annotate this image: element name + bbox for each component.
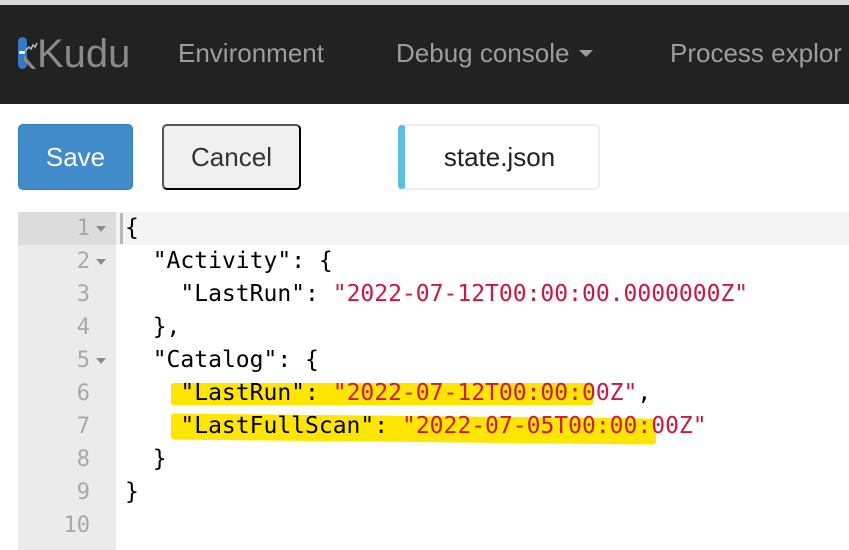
json-punctuation: , — [637, 380, 652, 406]
json-key: "LastRun" — [180, 380, 306, 406]
code-line: "LastFullScan": "2022-07-05T00:00:00Z" — [125, 410, 707, 443]
json-punctuation: : — [305, 380, 333, 406]
json-punctuation — [125, 248, 153, 274]
code-line: "Catalog": { — [125, 344, 319, 377]
nav-environment[interactable]: Environment — [178, 35, 324, 71]
save-button[interactable]: Save — [18, 124, 133, 190]
text-cursor — [120, 213, 123, 244]
json-key: "Catalog" — [152, 347, 278, 373]
json-punctuation: }, — [152, 314, 181, 340]
code-line: "LastRun": "2022-07-12T00:00:00Z", — [125, 377, 651, 410]
line-number: 1 — [76, 216, 90, 241]
line-number: 9 — [76, 480, 90, 505]
line-number: 8 — [76, 447, 90, 472]
json-punctuation: { — [305, 347, 319, 373]
nav-debug-console[interactable]: Debug console — [396, 35, 594, 71]
json-punctuation: : — [374, 413, 402, 439]
code-line: "Activity": { — [125, 245, 333, 278]
code-line: "LastRun": "2022-07-12T00:00:00.0000000Z… — [125, 278, 748, 311]
json-punctuation: : — [291, 248, 319, 274]
active-line-highlight — [116, 212, 849, 245]
line-number: 6 — [76, 381, 90, 406]
json-punctuation: } — [125, 479, 139, 505]
brand-name: Kudu — [37, 32, 131, 76]
json-punctuation: : — [277, 347, 306, 373]
json-punctuation — [125, 347, 153, 373]
json-key: "Activity" — [152, 248, 292, 274]
file-name-label: state.json — [398, 124, 600, 190]
line-number: 5 — [76, 348, 90, 373]
cancel-button[interactable]: Cancel — [162, 124, 301, 190]
navbar: Kudu Environment Debug console Process e… — [0, 5, 849, 104]
line-number: 3 — [76, 282, 90, 307]
nav-process-explorer[interactable]: Process explor — [670, 35, 842, 71]
json-punctuation: } — [152, 446, 167, 472]
json-string-value: "2022-07-12T00:00:00.0000000Z" — [332, 281, 749, 307]
json-punctuation — [125, 413, 180, 439]
json-key: "LastRun" — [180, 281, 306, 307]
code-line: } — [125, 443, 167, 476]
line-number: 2 — [76, 249, 90, 274]
json-string-value: "2022-07-12T00:00:00Z" — [332, 380, 638, 406]
nav-debug-console-label: Debug console — [396, 38, 570, 68]
json-punctuation: : — [305, 281, 333, 307]
line-number: 4 — [76, 315, 90, 340]
json-punctuation — [125, 281, 180, 307]
fold-toggle-icon[interactable] — [96, 358, 106, 364]
json-punctuation — [125, 446, 153, 472]
line-number: 7 — [76, 414, 90, 439]
code-line: { — [125, 212, 139, 245]
line-number: 10 — [63, 513, 91, 538]
kudu-knife-logo-icon — [18, 35, 40, 73]
json-key: "LastFullScan" — [180, 413, 375, 439]
fold-toggle-icon[interactable] — [96, 226, 106, 232]
json-string-value: "2022-07-05T00:00:00Z" — [401, 413, 707, 439]
json-punctuation — [125, 314, 153, 340]
code-line: } — [125, 476, 139, 509]
json-punctuation: { — [125, 215, 139, 241]
code-line: }, — [125, 311, 181, 344]
json-punctuation: { — [318, 248, 333, 274]
json-punctuation — [125, 380, 180, 406]
fold-toggle-icon[interactable] — [96, 259, 106, 265]
brand-link[interactable]: Kudu — [18, 31, 130, 77]
code-editor[interactable]: 1{2 "Activity": {3 "LastRun": "2022-07-1… — [18, 212, 849, 550]
chevron-down-icon — [579, 50, 594, 58]
